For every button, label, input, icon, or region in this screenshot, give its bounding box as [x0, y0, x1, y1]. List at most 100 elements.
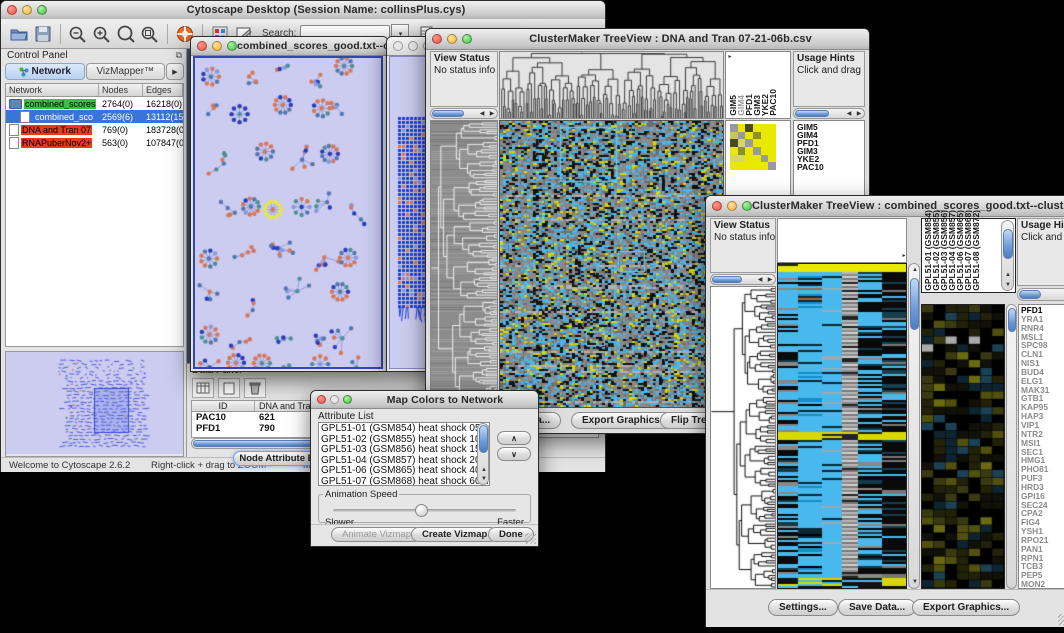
- minimize-button[interactable]: [447, 34, 457, 44]
- gene-label[interactable]: MON2: [1021, 580, 1064, 589]
- close-button[interactable]: [712, 201, 722, 211]
- scroll-right-arrow[interactable]: ▶: [854, 109, 864, 119]
- zoom-matrix-cell[interactable]: [753, 162, 761, 170]
- zoom-matrix-cell[interactable]: [761, 162, 769, 170]
- zoom-matrix-cell[interactable]: [738, 155, 746, 163]
- open-file-icon[interactable]: [7, 22, 31, 46]
- zoom-button[interactable]: [462, 34, 472, 44]
- map-colors-titlebar[interactable]: Map Colors to Network: [311, 391, 538, 409]
- network-row-3[interactable]: RNAPuberNov2+ 563(0) 107847(0): [6, 136, 183, 149]
- minimize-button[interactable]: [408, 41, 418, 51]
- resize-grip[interactable]: [1058, 614, 1064, 625]
- attribute-list-scrollbar[interactable]: ▲ ▼: [477, 423, 489, 485]
- network-row-2[interactable]: DNA and Tran 07 769(0) 183728(0): [6, 123, 183, 136]
- zoom-matrix-cell[interactable]: [768, 147, 776, 155]
- scroll-right-arrow[interactable]: ▶: [487, 109, 497, 119]
- scroll-left-arrow[interactable]: ◀: [844, 109, 854, 119]
- animate-vizmap-button[interactable]: Animate Vizmap: [331, 527, 422, 542]
- zoom-matrix-cell[interactable]: [753, 139, 761, 147]
- zoom-button[interactable]: [742, 201, 752, 211]
- close-button[interactable]: [197, 41, 207, 51]
- attribute-item[interactable]: GPL51-01 (GSM854) heat shock 05 min: [321, 424, 487, 435]
- save-data-button[interactable]: Save Data...: [838, 599, 916, 616]
- zoom-button[interactable]: [227, 41, 237, 51]
- scroll-thumb[interactable]: [1008, 308, 1016, 332]
- main-titlebar[interactable]: Cytoscape Desktop (Session Name: collins…: [1, 1, 605, 20]
- zoom-matrix-cell[interactable]: [738, 132, 746, 140]
- minimize-button[interactable]: [727, 201, 737, 211]
- speed-slider-thumb[interactable]: [415, 504, 428, 517]
- col-id[interactable]: ID: [192, 401, 255, 411]
- treeview2-genes-vscrollbar[interactable]: [1006, 304, 1017, 589]
- zoom-matrix-cell[interactable]: [745, 132, 753, 140]
- treeview2-gene-list[interactable]: PFD1YRA1RNR4MSL1SPC98CLN1NIS1BUD4ELG1MAK…: [1018, 304, 1064, 589]
- zoom-selected-icon[interactable]: [114, 22, 138, 46]
- save-session-icon[interactable]: [31, 22, 55, 46]
- treeview2-left-hscrollbar[interactable]: ◀ ▶: [710, 274, 776, 285]
- move-down-button[interactable]: ∨: [497, 447, 531, 461]
- scroll-thumb[interactable]: [1003, 229, 1013, 259]
- col-network[interactable]: Network: [6, 84, 99, 96]
- create-vizmap-button[interactable]: Create Vizmap: [411, 527, 498, 542]
- zoom-matrix-cell[interactable]: [761, 139, 769, 147]
- scroll-right-arrow[interactable]: ▸: [899, 251, 909, 261]
- zoom-out-icon[interactable]: [66, 22, 90, 46]
- zoom-matrix-cell[interactable]: [768, 132, 776, 140]
- zoom-matrix-cell[interactable]: [768, 162, 776, 170]
- close-button[interactable]: [432, 34, 442, 44]
- close-button[interactable]: [317, 395, 326, 404]
- treeview1-global-heatmap[interactable]: [499, 120, 724, 408]
- tab-network[interactable]: Network: [5, 63, 85, 80]
- zoom-matrix-cell[interactable]: [730, 132, 738, 140]
- birdseye-view[interactable]: [5, 351, 184, 457]
- zoom-matrix[interactable]: [730, 124, 776, 170]
- zoom-matrix-cell[interactable]: [761, 147, 769, 155]
- zoom-matrix-cell[interactable]: [768, 139, 776, 147]
- treeview2-row-dendrogram[interactable]: [710, 286, 776, 589]
- zoom-matrix-cell[interactable]: [745, 139, 753, 147]
- zoom-matrix-cell[interactable]: [738, 124, 746, 132]
- network-canvas[interactable]: [195, 58, 381, 367]
- scroll-thumb[interactable]: [1019, 290, 1041, 299]
- zoom-button[interactable]: [37, 5, 47, 15]
- attribute-list[interactable]: GPL51-01 (GSM854) heat shock 05 minGPL51…: [318, 422, 490, 486]
- zoom-matrix-cell[interactable]: [745, 155, 753, 163]
- new-attribute-icon[interactable]: [218, 378, 240, 398]
- zoom-matrix-cell[interactable]: [730, 124, 738, 132]
- zoom-matrix-cell[interactable]: [768, 155, 776, 163]
- zoom-fit-icon[interactable]: [138, 22, 162, 46]
- zoom-matrix-cell[interactable]: [753, 132, 761, 140]
- move-up-button[interactable]: ∧: [497, 431, 531, 445]
- resize-grip[interactable]: [525, 533, 536, 544]
- scroll-down-arrow[interactable]: ▼: [479, 474, 489, 484]
- treeview2-titlebar[interactable]: ClusterMaker TreeView : combined_scores_…: [706, 196, 1064, 217]
- treeview2-labels-vscrollbar[interactable]: ▲ ▼: [1001, 220, 1014, 291]
- zoom-matrix-cell[interactable]: [745, 124, 753, 132]
- tab-overflow-button[interactable]: ▶: [166, 63, 184, 80]
- treeview1-left-hscrollbar[interactable]: ◀ ▶: [430, 108, 498, 119]
- zoom-matrix-cell[interactable]: [761, 132, 769, 140]
- scroll-up-arrow[interactable]: ▲: [1003, 270, 1013, 280]
- zoom-matrix-cell[interactable]: [738, 162, 746, 170]
- scroll-up-arrow[interactable]: ▲: [910, 265, 920, 275]
- network-view-titlebar[interactable]: combined_scores_good.txt--cluste...: [191, 37, 387, 56]
- zoom-matrix-cell[interactable]: [730, 139, 738, 147]
- scroll-left-arrow[interactable]: ◀: [755, 275, 765, 285]
- scroll-thumb[interactable]: [432, 110, 464, 117]
- treeview2-detail-heatmap[interactable]: [921, 304, 1005, 589]
- minimize-button[interactable]: [212, 41, 222, 51]
- treeview2-right-hscrollbar[interactable]: [1017, 288, 1064, 301]
- zoom-matrix-cell[interactable]: [768, 124, 776, 132]
- treeview1-right-hscrollbar[interactable]: ◀ ▶: [793, 108, 865, 119]
- scroll-down-arrow[interactable]: ▼: [910, 577, 920, 587]
- zoom-matrix-cell[interactable]: [753, 124, 761, 132]
- close-button[interactable]: [7, 5, 17, 15]
- treeview1-titlebar[interactable]: ClusterMaker TreeView : DNA and Tran 07-…: [426, 29, 869, 50]
- zoom-matrix-cell[interactable]: [753, 147, 761, 155]
- zoom-matrix-cell[interactable]: [738, 147, 746, 155]
- scroll-thumb[interactable]: [910, 278, 919, 330]
- export-graphics-button[interactable]: Export Graphics...: [912, 599, 1020, 616]
- close-button[interactable]: [393, 41, 403, 51]
- delete-attribute-icon[interactable]: [244, 378, 266, 398]
- scroll-left-arrow[interactable]: ◀: [477, 109, 487, 119]
